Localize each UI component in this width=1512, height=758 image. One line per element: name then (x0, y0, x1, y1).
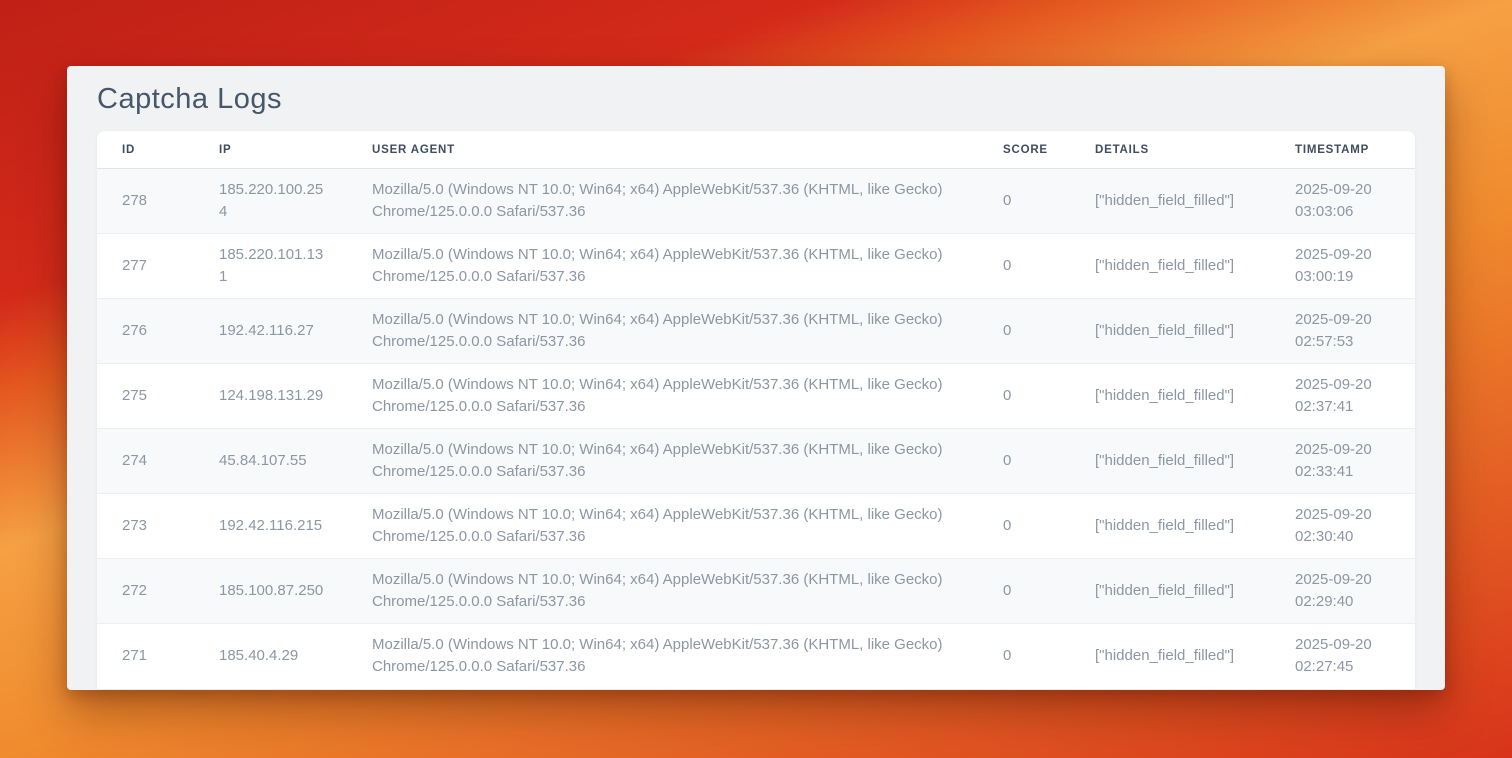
table-header-row: IDIPUSER AGENTSCOREDETAILSTIMESTAMP (97, 131, 1415, 169)
cell-id: 274 (97, 429, 194, 494)
table-row: 271 185.40.4.29 Mozilla/5.0 (Windows NT … (97, 624, 1415, 689)
cell-id: 276 (97, 299, 194, 364)
captcha-logs-table-container: IDIPUSER AGENTSCOREDETAILSTIMESTAMP 278 … (97, 131, 1415, 689)
cell-details: ["hidden_field_filled"] (1070, 429, 1270, 494)
cell-score: 0 (978, 234, 1070, 299)
cell-id: 277 (97, 234, 194, 299)
cell-user-agent: Mozilla/5.0 (Windows NT 10.0; Win64; x64… (347, 494, 978, 559)
cell-details: ["hidden_field_filled"] (1070, 559, 1270, 624)
cell-score: 0 (978, 169, 1070, 234)
cell-ip: 192.42.116.215 (194, 494, 347, 559)
cell-timestamp: 2025-09-20 02:37:41 (1270, 364, 1415, 429)
cell-user-agent: Mozilla/5.0 (Windows NT 10.0; Win64; x64… (347, 234, 978, 299)
cell-details: ["hidden_field_filled"] (1070, 169, 1270, 234)
table-body: 278 185.220.100.254 Mozilla/5.0 (Windows… (97, 169, 1415, 689)
cell-user-agent: Mozilla/5.0 (Windows NT 10.0; Win64; x64… (347, 299, 978, 364)
captcha-logs-card: Captcha Logs IDIPUSER AGENTSCOREDETAILST… (67, 66, 1445, 690)
cell-score: 0 (978, 559, 1070, 624)
cell-user-agent: Mozilla/5.0 (Windows NT 10.0; Win64; x64… (347, 169, 978, 234)
cell-details: ["hidden_field_filled"] (1070, 299, 1270, 364)
cell-ip: 192.42.116.27 (194, 299, 347, 364)
cell-score: 0 (978, 624, 1070, 689)
cell-ip: 45.84.107.55 (194, 429, 347, 494)
column-header-score: SCORE (978, 131, 1070, 169)
cell-score: 0 (978, 299, 1070, 364)
cell-score: 0 (978, 494, 1070, 559)
cell-details: ["hidden_field_filled"] (1070, 494, 1270, 559)
cell-timestamp: 2025-09-20 02:30:40 (1270, 494, 1415, 559)
cell-score: 0 (978, 429, 1070, 494)
table-row: 276 192.42.116.27 Mozilla/5.0 (Windows N… (97, 299, 1415, 364)
cell-id: 275 (97, 364, 194, 429)
table-row: 275 124.198.131.29 Mozilla/5.0 (Windows … (97, 364, 1415, 429)
column-header-details: DETAILS (1070, 131, 1270, 169)
cell-timestamp: 2025-09-20 03:00:19 (1270, 234, 1415, 299)
cell-details: ["hidden_field_filled"] (1070, 364, 1270, 429)
cell-ip: 185.220.100.254 (194, 169, 347, 234)
cell-ip: 185.100.87.250 (194, 559, 347, 624)
table-row: 277 185.220.101.131 Mozilla/5.0 (Windows… (97, 234, 1415, 299)
cell-timestamp: 2025-09-20 02:57:53 (1270, 299, 1415, 364)
column-header-ua: USER AGENT (347, 131, 978, 169)
cell-ip: 185.40.4.29 (194, 624, 347, 689)
cell-user-agent: Mozilla/5.0 (Windows NT 10.0; Win64; x64… (347, 364, 978, 429)
cell-id: 273 (97, 494, 194, 559)
column-header-id: ID (97, 131, 194, 169)
cell-timestamp: 2025-09-20 02:29:40 (1270, 559, 1415, 624)
page-title: Captcha Logs (67, 66, 1445, 131)
cell-user-agent: Mozilla/5.0 (Windows NT 10.0; Win64; x64… (347, 429, 978, 494)
cell-score: 0 (978, 364, 1070, 429)
cell-id: 278 (97, 169, 194, 234)
table-row: 274 45.84.107.55 Mozilla/5.0 (Windows NT… (97, 429, 1415, 494)
table-row: 278 185.220.100.254 Mozilla/5.0 (Windows… (97, 169, 1415, 234)
table-row: 272 185.100.87.250 Mozilla/5.0 (Windows … (97, 559, 1415, 624)
cell-id: 272 (97, 559, 194, 624)
cell-details: ["hidden_field_filled"] (1070, 234, 1270, 299)
cell-user-agent: Mozilla/5.0 (Windows NT 10.0; Win64; x64… (347, 624, 978, 689)
page-background: { "page": { "title": "Captcha Logs" }, "… (0, 0, 1512, 758)
cell-ip: 185.220.101.131 (194, 234, 347, 299)
cell-ip: 124.198.131.29 (194, 364, 347, 429)
cell-details: ["hidden_field_filled"] (1070, 624, 1270, 689)
captcha-logs-table: IDIPUSER AGENTSCOREDETAILSTIMESTAMP 278 … (97, 131, 1415, 689)
cell-timestamp: 2025-09-20 02:27:45 (1270, 624, 1415, 689)
table-header: IDIPUSER AGENTSCOREDETAILSTIMESTAMP (97, 131, 1415, 169)
table-row: 273 192.42.116.215 Mozilla/5.0 (Windows … (97, 494, 1415, 559)
cell-id: 271 (97, 624, 194, 689)
column-header-timestamp: TIMESTAMP (1270, 131, 1415, 169)
cell-user-agent: Mozilla/5.0 (Windows NT 10.0; Win64; x64… (347, 559, 978, 624)
cell-timestamp: 2025-09-20 03:03:06 (1270, 169, 1415, 234)
cell-timestamp: 2025-09-20 02:33:41 (1270, 429, 1415, 494)
column-header-ip: IP (194, 131, 347, 169)
